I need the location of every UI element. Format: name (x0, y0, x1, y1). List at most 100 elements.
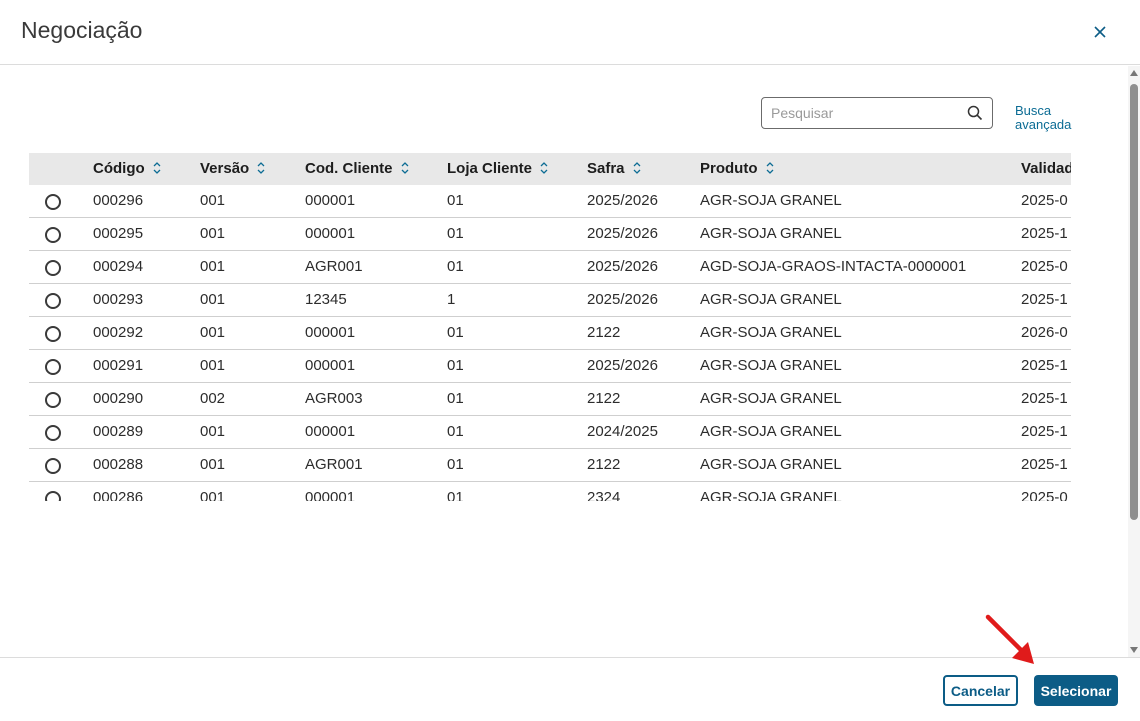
close-icon (1094, 26, 1106, 38)
cell-versao: 001 (200, 456, 226, 473)
search-icon[interactable] (967, 105, 983, 121)
row-radio-button[interactable] (45, 491, 61, 501)
cell-produto: AGR-SOJA GRANEL (700, 390, 842, 407)
cell-codigo: 000288 (93, 456, 144, 473)
cell-validade: 2025-1 (1021, 291, 1068, 308)
row-radio-button[interactable] (45, 227, 61, 243)
row-radio-button[interactable] (45, 260, 61, 276)
scroll-up-icon[interactable] (1130, 70, 1138, 76)
cell-validade: 2025-0 (1021, 258, 1068, 275)
col-header-label: Safra (587, 160, 625, 177)
cell-safra: 2122 (587, 324, 621, 341)
cell-codigo: 000292 (93, 324, 144, 341)
col-header-codigo[interactable]: Código (93, 153, 162, 185)
vertical-scrollbar[interactable] (1128, 66, 1140, 657)
row-radio-button[interactable] (45, 359, 61, 375)
cell-cod-cliente: 000001 (305, 324, 356, 341)
cell-produto: AGR-SOJA GRANEL (700, 225, 842, 242)
table-row[interactable]: 000295 001 000001 01 2025/2026 AGR-SOJA GRANE… (29, 218, 1071, 251)
cell-loja-cliente: 1 (447, 291, 456, 308)
cell-codigo: 000286 (93, 489, 144, 501)
cell-versao: 001 (200, 291, 226, 308)
cell-cod-cliente: 000001 (305, 192, 356, 209)
sort-up-down-icon[interactable] (256, 161, 266, 175)
cell-safra: 2324 (587, 489, 621, 501)
sort-up-down-icon[interactable] (632, 161, 642, 175)
results-table: Código Versão Cod. Cliente Loja Cliente Safr… (29, 153, 1071, 501)
col-header-label: Cod. Cliente (305, 160, 393, 177)
cell-versao: 001 (200, 357, 226, 374)
close-button[interactable] (1090, 22, 1110, 42)
cell-cod-cliente: 000001 (305, 423, 356, 440)
row-radio-button[interactable] (45, 392, 61, 408)
col-header-validade[interactable]: Validade (1021, 153, 1071, 185)
cell-cod-cliente: AGR001 (305, 258, 363, 275)
col-header-safra[interactable]: Safra (587, 153, 642, 185)
cell-versao: 001 (200, 192, 226, 209)
cell-produto: AGR-SOJA GRANEL (700, 423, 842, 440)
cell-codigo: 000296 (93, 192, 144, 209)
table-row[interactable]: 000289 001 000001 01 2024/2025 AGR-SOJA GRANE… (29, 416, 1071, 449)
cell-loja-cliente: 01 (447, 258, 464, 275)
scroll-thumb[interactable] (1130, 84, 1138, 520)
cell-safra: 2025/2026 (587, 192, 658, 209)
scroll-down-icon[interactable] (1130, 647, 1138, 653)
cell-cod-cliente: AGR003 (305, 390, 363, 407)
table-row[interactable]: 000290 002 AGR003 01 2122 AGR-SOJA GRANEL 2025… (29, 383, 1071, 416)
cell-cod-cliente: 000001 (305, 489, 356, 501)
col-header-produto[interactable]: Produto (700, 153, 775, 185)
cell-produto: AGR-SOJA GRANEL (700, 192, 842, 209)
table-header: Código Versão Cod. Cliente Loja Cliente Safr… (29, 153, 1071, 185)
table-row[interactable]: 000294 001 AGR001 01 2025/2026 AGD-SOJA-GRAOS… (29, 251, 1071, 284)
cell-produto: AGR-SOJA GRANEL (700, 357, 842, 374)
cell-versao: 001 (200, 258, 226, 275)
cell-safra: 2122 (587, 390, 621, 407)
sort-up-down-icon[interactable] (539, 161, 549, 175)
col-header-label: Produto (700, 160, 758, 177)
cell-cod-cliente: 12345 (305, 291, 347, 308)
cell-codigo: 000289 (93, 423, 144, 440)
cell-cod-cliente: 000001 (305, 225, 356, 242)
advanced-search-link[interactable]: Busca avançada (1015, 104, 1085, 132)
cell-validade: 2025-1 (1021, 390, 1068, 407)
row-radio-button[interactable] (45, 194, 61, 210)
col-header-loja-cliente[interactable]: Loja Cliente (447, 153, 549, 185)
row-radio-button[interactable] (45, 293, 61, 309)
cell-produto: AGR-SOJA GRANEL (700, 456, 842, 473)
dialog-footer: Cancelar Selecionar (0, 657, 1140, 721)
row-radio-button[interactable] (45, 425, 61, 441)
cell-loja-cliente: 01 (447, 423, 464, 440)
cell-validade: 2025-1 (1021, 456, 1068, 473)
table-row[interactable]: 000296 001 000001 01 2025/2026 AGR-SOJA GRANE… (29, 185, 1071, 218)
cell-validade: 2026-0 (1021, 324, 1068, 341)
cancel-button[interactable]: Cancelar (943, 675, 1018, 706)
table-row[interactable]: 000291 001 000001 01 2025/2026 AGR-SOJA GRANE… (29, 350, 1071, 383)
table-row[interactable]: 000292 001 000001 01 2122 AGR-SOJA GRANEL 2026… (29, 317, 1071, 350)
row-radio-button[interactable] (45, 458, 61, 474)
cell-codigo: 000294 (93, 258, 144, 275)
cell-loja-cliente: 01 (447, 489, 464, 501)
col-header-versao[interactable]: Versão (200, 153, 266, 185)
select-button[interactable]: Selecionar (1034, 675, 1118, 706)
dialog-body: Busca avançada Código Versão Cod. Cliente L… (0, 66, 1140, 657)
sort-up-down-icon[interactable] (765, 161, 775, 175)
row-radio-button[interactable] (45, 326, 61, 342)
table-row[interactable]: 000286 001 000001 01 2324 AGR-SOJA GRANEL 2025… (29, 482, 1071, 501)
sort-up-down-icon[interactable] (400, 161, 410, 175)
cell-validade: 2025-1 (1021, 357, 1068, 374)
cell-versao: 001 (200, 324, 226, 341)
col-header-label: Validade (1021, 160, 1071, 177)
cell-validade: 2025-0 (1021, 489, 1068, 501)
table-row[interactable]: 000288 001 AGR001 01 2122 AGR-SOJA GRANEL 2025… (29, 449, 1071, 482)
cell-loja-cliente: 01 (447, 390, 464, 407)
cell-validade: 2025-1 (1021, 423, 1068, 440)
table-row[interactable]: 000293 001 12345 1 2025/2026 AGR-SOJA GRANEL 2… (29, 284, 1071, 317)
cell-produto: AGR-SOJA GRANEL (700, 489, 842, 501)
cell-produto: AGR-SOJA GRANEL (700, 324, 842, 341)
col-header-cod-cliente[interactable]: Cod. Cliente (305, 153, 410, 185)
sort-up-down-icon[interactable] (152, 161, 162, 175)
cell-versao: 001 (200, 225, 226, 242)
cell-loja-cliente: 01 (447, 324, 464, 341)
search-input[interactable] (762, 98, 962, 128)
cell-loja-cliente: 01 (447, 456, 464, 473)
